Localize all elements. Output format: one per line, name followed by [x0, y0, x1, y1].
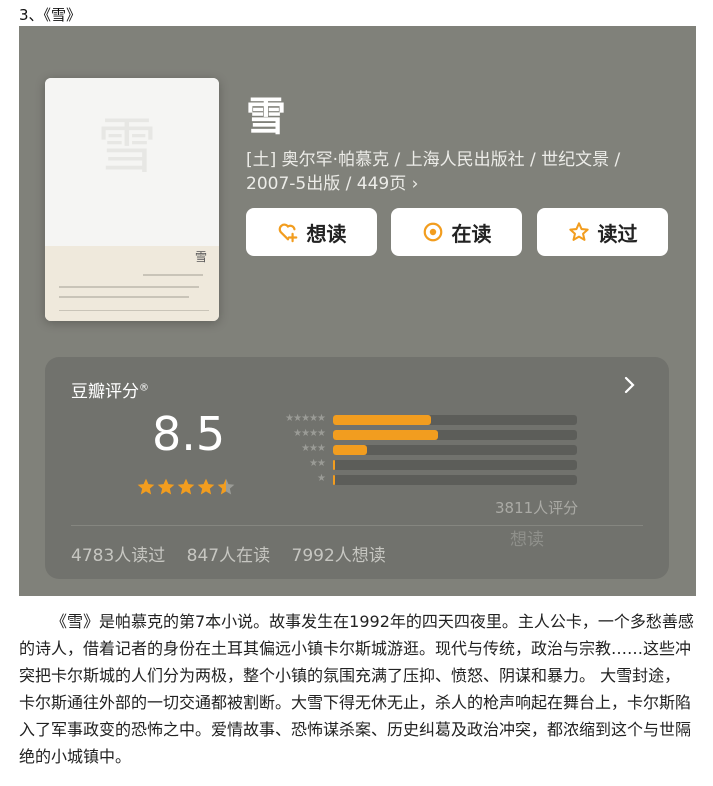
target-circle-icon — [422, 221, 444, 243]
distribution-bar-fill — [333, 430, 438, 440]
read-button[interactable]: 读过 — [537, 208, 668, 256]
reading-count[interactable]: 847人在读 — [187, 546, 270, 566]
distribution-star-label: ★ — [317, 473, 326, 484]
faded-want-read-overlay: 想读 — [510, 530, 544, 550]
cover-title-glyph: 雪 — [97, 112, 157, 182]
cover-small-title: 雪 — [195, 250, 208, 264]
star-outline-icon — [568, 221, 590, 243]
rating-count[interactable]: 3811人评分 — [495, 497, 578, 518]
distribution-bar-track — [333, 445, 577, 455]
distribution-star-label: ★★★ — [301, 443, 326, 454]
want-read-button[interactable]: 想读 — [246, 208, 377, 256]
rating-star-icon — [137, 478, 155, 495]
rating-label-text: 豆瓣评分 — [71, 382, 139, 402]
heart-plus-icon — [277, 221, 299, 243]
distribution-bar-track — [333, 430, 577, 440]
distribution-bar-fill — [333, 460, 336, 470]
douban-book-screenshot: 雪 雪 雪 [土] 奥尔罕·帕慕克 / 上海人民出版社 / 世纪文景 / 200… — [19, 26, 696, 596]
reading-label: 在读 — [451, 221, 492, 246]
want-read-label: 想读 — [306, 221, 347, 246]
book-title: 雪 — [246, 94, 286, 140]
divider — [71, 525, 643, 526]
want-count[interactable]: 7992人想读 — [292, 546, 386, 566]
cover-text-line — [59, 286, 199, 288]
book-meta[interactable]: [土] 奥尔罕·帕慕克 / 上海人民出版社 / 世纪文景 / 2007-5出版 … — [246, 148, 666, 196]
distribution-bar-fill — [333, 445, 368, 455]
distribution-bar-fill — [333, 415, 431, 425]
read-count[interactable]: 4783人读过 — [71, 546, 165, 566]
book-description: 《雪》是帕慕克的第7本小说。故事发生在1992年的四天四夜里。主人公卡，一个多愁… — [19, 612, 694, 766]
rating-star-icon — [177, 478, 195, 495]
cover-text-line — [143, 274, 203, 276]
rating-star-icon — [157, 478, 175, 495]
distribution-bar-track — [333, 415, 577, 425]
read-label: 读过 — [597, 221, 638, 246]
registered-mark: ® — [139, 382, 149, 394]
cover-text-line — [59, 296, 189, 298]
distribution-star-label: ★★★★★ — [285, 413, 326, 424]
book-meta-text: [土] 奥尔罕·帕慕克 / 上海人民出版社 / 世纪文景 / 2007-5出版 … — [246, 150, 621, 194]
rating-label: 豆瓣评分® — [71, 377, 149, 402]
distribution-bar-track — [333, 460, 577, 470]
distribution-star-label: ★★★★ — [293, 428, 326, 439]
distribution-bar-track — [333, 475, 577, 485]
reader-stats: 4783人读过 847人在读 7992人想读 — [71, 541, 402, 566]
distribution-bar-fill — [333, 475, 335, 485]
book-cover[interactable]: 雪 雪 — [45, 78, 219, 321]
distribution-star-label: ★★ — [309, 458, 326, 469]
reading-button[interactable]: 在读 — [391, 208, 522, 256]
section-heading: 3、《雪》 — [19, 6, 82, 24]
cover-text-line — [59, 310, 209, 311]
chevron-right-icon: › — [411, 174, 419, 194]
rating-card[interactable]: 豆瓣评分® 8.5 ★★★★★ ★★★★ ★★★ ★★ ★ 3811人评分 想读 478… — [45, 357, 669, 579]
chevron-right-icon[interactable] — [623, 375, 637, 400]
